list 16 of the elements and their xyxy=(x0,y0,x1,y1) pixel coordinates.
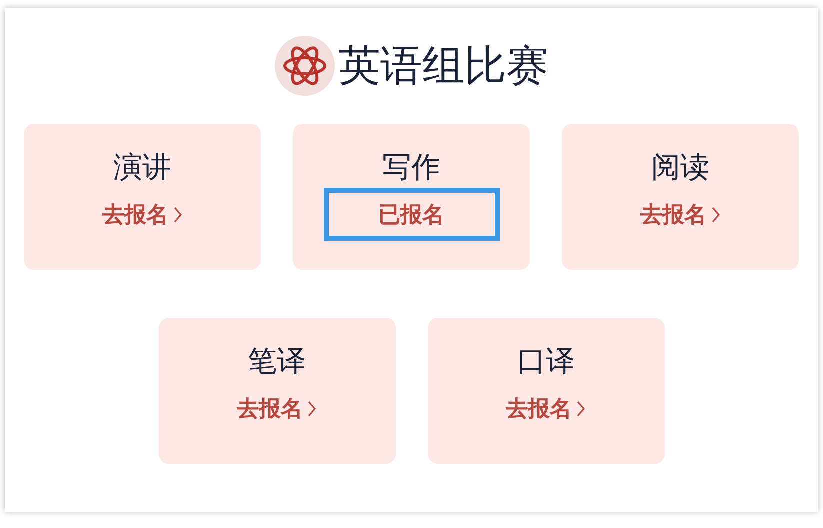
contest-name: 写作 xyxy=(382,149,440,186)
signup-link[interactable]: 去报名 xyxy=(640,200,720,230)
atom-logo-icon xyxy=(274,36,334,96)
chevron-right-icon xyxy=(172,206,182,224)
chevron-right-icon xyxy=(576,400,586,418)
registered-status: 已报名 xyxy=(324,188,500,241)
page-title: 英语组比赛 xyxy=(338,40,548,92)
signup-link[interactable]: 去报名 xyxy=(237,394,317,424)
chevron-right-icon xyxy=(710,206,720,224)
contest-name: 笔译 xyxy=(248,343,306,380)
contest-name: 演讲 xyxy=(114,149,172,186)
contest-name: 阅读 xyxy=(652,149,710,186)
signup-link[interactable]: 去报名 xyxy=(506,394,586,424)
signup-link[interactable]: 去报名 xyxy=(102,200,182,230)
chevron-right-icon xyxy=(307,400,317,418)
contest-name: 口译 xyxy=(517,343,575,380)
